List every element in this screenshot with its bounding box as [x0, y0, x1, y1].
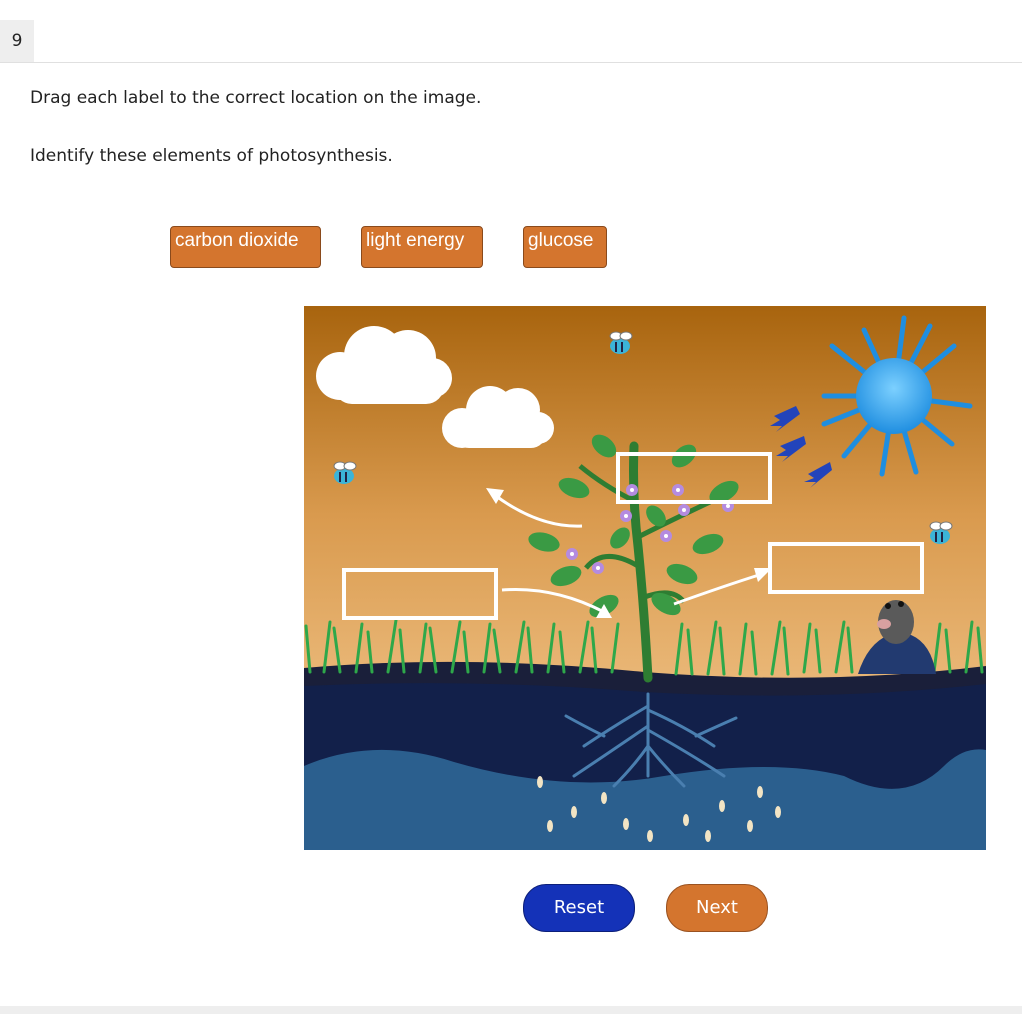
photosynthesis-diagram [304, 306, 986, 850]
footer-bar [0, 1006, 1022, 1014]
reset-button[interactable]: Reset [523, 884, 635, 932]
divider [0, 62, 1022, 63]
next-button[interactable]: Next [666, 884, 768, 932]
draggable-label-glucose[interactable]: glucose [523, 226, 607, 268]
draggable-label-light-energy[interactable]: light energy [361, 226, 483, 268]
prompt-text: Identify these elements of photosynthesi… [30, 146, 393, 166]
question-number: 9 [0, 20, 34, 62]
draggable-label-carbon-dioxide[interactable]: carbon dioxide [170, 226, 321, 268]
instruction-text: Drag each label to the correct location … [30, 88, 482, 108]
